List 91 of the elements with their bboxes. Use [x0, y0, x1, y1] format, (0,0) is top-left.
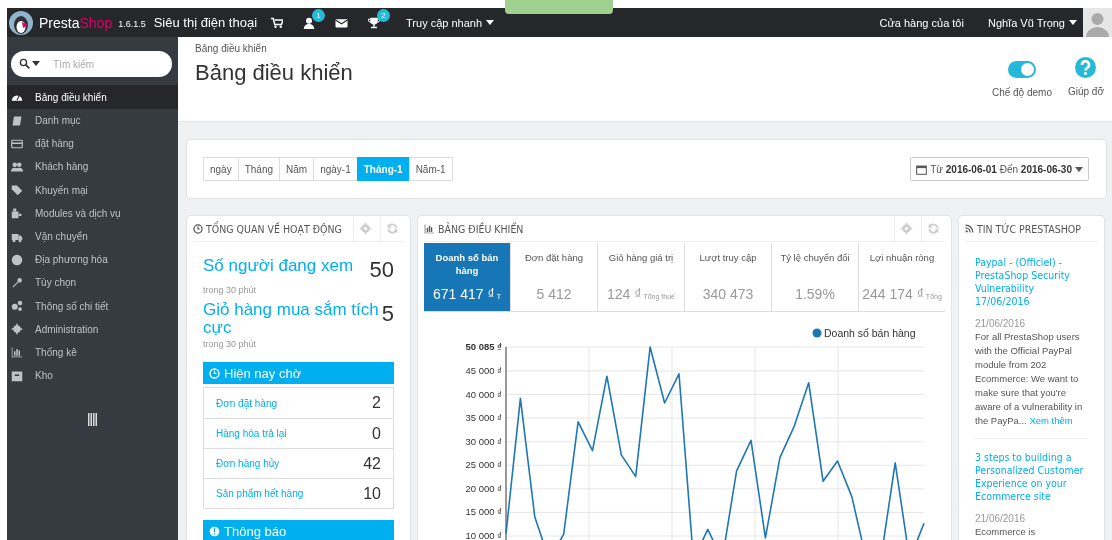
sidebar-item[interactable]: Vận chuyển [7, 224, 178, 249]
puzzle-icon [11, 207, 23, 220]
y-tick-label: 35 000 ₫ [465, 412, 502, 424]
y-tick-label: 25 000 ₫ [465, 459, 502, 471]
caret-icon [32, 61, 40, 66]
bar-chart-icon [11, 346, 23, 359]
caret-icon [1069, 20, 1077, 25]
news-body: Ecommerce is [975, 525, 1037, 539]
toggle-switch[interactable] [1007, 61, 1036, 78]
collapse-menu-icon[interactable] [87, 413, 98, 427]
trophy-icon [368, 16, 381, 29]
stat-value: 5 [381, 301, 394, 327]
bar-chart-icon [424, 223, 435, 234]
rss-icon [965, 224, 974, 233]
stat-note: trong 30 phút [203, 285, 258, 295]
sidebar-item[interactable]: Khuyến mại [7, 178, 178, 202]
user-icon [303, 16, 316, 29]
stat-value: 50 [369, 257, 394, 283]
period-tab[interactable]: Năm-1 [408, 157, 453, 181]
pending-count: 0 [372, 424, 381, 443]
demo-mode-toggle[interactable]: Chế độ demo [991, 61, 1052, 121]
period-tab[interactable]: Tháng [237, 157, 281, 181]
y-tick-label: 15 000 ₫ [465, 506, 502, 518]
sidebar-item[interactable]: Thống kê [7, 340, 178, 365]
sidebar-item[interactable]: Địa phương hóa [7, 248, 178, 272]
cart-icon [271, 16, 284, 29]
search-field[interactable]: Tìm kiếm [11, 51, 172, 77]
y-tick-label: 40 000 ₫ [465, 388, 502, 400]
sidebar-item[interactable]: Thông số chi tiết [7, 294, 178, 318]
date-range-button[interactable]: Từ 2016-06-01 Đến 2016-06-30 [910, 157, 1089, 181]
sidebar-item[interactable]: Administration [7, 317, 178, 341]
panel-title: TIN TỨC PRESTASHOP [977, 222, 1082, 235]
sidebar-item[interactable]: Danh mục [7, 109, 178, 133]
refresh-icon [927, 222, 940, 235]
gear-icon [11, 323, 23, 336]
sidebar-item[interactable]: Khách hàng [7, 155, 178, 179]
period-tab[interactable]: ngày [203, 157, 239, 181]
quick-access-menu[interactable]: Truy cập nhanh [406, 16, 495, 29]
sidebar-item[interactable]: đặt hàng [7, 132, 178, 156]
shop-name: Siêu thị điện thoại [153, 15, 258, 30]
users-icon [11, 160, 23, 173]
pending-count: 2 [372, 394, 381, 412]
pending-count: 42 [363, 454, 381, 473]
period-tab[interactable]: Năm [279, 157, 315, 181]
version-label: 1.6.1.5 [118, 18, 146, 29]
section-header: Thông báo [203, 520, 394, 540]
help-icon [1075, 57, 1097, 78]
legend-dot [812, 328, 822, 338]
box-icon [11, 369, 23, 382]
y-tick-label: 50 085 ₫ [465, 341, 502, 352]
mail-icon [335, 16, 349, 29]
breadcrumb: Bảng điều khiển [195, 43, 268, 54]
card-icon [11, 137, 23, 150]
my-shop-link[interactable]: Cửa hàng của tôi [879, 16, 964, 29]
caret-icon [1075, 166, 1083, 172]
book-icon [11, 114, 23, 127]
refresh-icon [386, 222, 399, 235]
caret-icon [486, 20, 495, 25]
news-body: For all PrestaShop users with the Official PayPal module from 202 Ecommerce: We want to make sure that you're aware of a vulnerability in the PayPa... Xem thêm [975, 330, 1084, 428]
y-tick-label: 10 000 ₫ [465, 530, 502, 540]
settings-icon [359, 222, 372, 235]
gears-icon [11, 300, 23, 313]
calendar-icon [916, 163, 928, 175]
settings-icon [900, 222, 913, 235]
stat-note: trong 30 phút [203, 339, 258, 349]
notification-badge: 2 [377, 8, 391, 22]
sidebar-item[interactable]: Modules và dịch vụ [7, 201, 178, 225]
panel-title: TỔNG QUAN VỀ HOẠT ĐỘNG [206, 222, 343, 235]
search-icon [19, 58, 30, 69]
news-date: 21/06/2016 [975, 318, 1027, 329]
page-title: Bảng điều khiển [195, 60, 354, 86]
sidebar-item[interactable]: Tùy chọn [7, 271, 178, 295]
pending-count: 10 [363, 484, 381, 503]
section-header: Hiện nay chờ [203, 362, 394, 384]
sidebar-item[interactable]: Kho [7, 364, 178, 388]
y-tick-label: 30 000 ₫ [465, 435, 502, 447]
brand-name: PrestaShop [39, 14, 113, 31]
news-date: 21/06/2016 [975, 513, 1027, 524]
period-tab[interactable]: ngày-1 [313, 157, 358, 181]
clock-icon [209, 367, 220, 379]
y-tick-label: 20 000 ₫ [465, 482, 502, 494]
panel-title: BẢNG ĐIỀU KHIỂN [438, 222, 525, 235]
legend-label: Doanh số bán hàng [824, 328, 916, 339]
alert-icon [209, 525, 220, 537]
clock-icon [193, 223, 203, 234]
user-menu[interactable]: Nghĩa Vũ Trọng [987, 16, 1077, 29]
y-tick-label: 45 000 ₫ [465, 364, 502, 376]
sidebar-item[interactable]: Bảng điều khiển [7, 85, 178, 109]
notification-badge: 1 [312, 8, 326, 22]
help-button[interactable]: Giúp đỡ [1067, 57, 1104, 121]
tag-icon [11, 184, 23, 197]
